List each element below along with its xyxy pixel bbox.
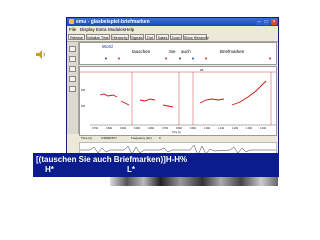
pitch-plot: 94 150 100 0.702 0.802 0.902 0.902 0.902… — [80, 68, 276, 134]
app-icon — [69, 19, 74, 24]
x-tick-label: 0.902 — [120, 127, 127, 130]
intonation-transcription-banner: [(tauschen Sie auch Briefmarken)]H-H% H*… — [33, 153, 279, 177]
word-tier-label: Word — [102, 44, 113, 49]
pitch-contour-sie — [139, 98, 156, 102]
menu-extra[interactable]: Extra — [96, 26, 107, 33]
show-hierarchy-button[interactable]: Show Hierarchy — [183, 34, 209, 40]
x-tick-label: 0.902 — [148, 127, 155, 130]
menu-bar: File Display Extra Modules Help — [67, 26, 278, 33]
toolbar: Release Initialize Time Hierarchy Signal… — [67, 33, 278, 42]
pitch-contour-marken — [231, 80, 267, 106]
boundary-marker[interactable]: ▼ — [117, 57, 121, 61]
word-tauschen[interactable]: tauschen — [132, 49, 150, 54]
boundary-marker[interactable]: ▼ — [178, 57, 182, 61]
menu-display[interactable]: Display — [80, 26, 95, 33]
spectrogram-strip — [110, 177, 278, 186]
side-control-panel — [67, 42, 79, 134]
x-tick-label: 0.902 — [134, 127, 141, 130]
side-button-4[interactable] — [69, 76, 76, 82]
annotation-tier[interactable]: Word tauschen Sie auch Briefmarken ▼ ▼ ▼… — [79, 42, 277, 65]
time-label: Time (s) — [81, 136, 92, 140]
boundary-marker[interactable]: ▼ — [104, 57, 108, 61]
zoom-button[interactable]: Zoom — [170, 34, 182, 40]
title-bar: emu - glasbeispiel-briefmarken – □ × — [67, 18, 278, 26]
pitch-contour-brief — [199, 98, 225, 104]
time-value: 0.58262677 — [101, 136, 117, 140]
frequency-label: Frequency (Hz) — [131, 136, 152, 140]
word-auch[interactable]: auch — [181, 49, 191, 54]
x-tick-label: 0.702 — [162, 127, 169, 130]
x-tick-label: 0.802 — [106, 127, 113, 130]
x-axis-label: Time (s) — [172, 131, 181, 134]
menu-help[interactable]: Help — [125, 26, 134, 33]
close-button[interactable]: × — [271, 19, 277, 25]
maximize-button[interactable]: □ — [263, 19, 269, 25]
boundary-marker[interactable]: ▼ — [191, 57, 195, 61]
transcription-line: [(tauschen Sie auch Briefmarken)]H-H% — [36, 155, 188, 164]
x-tick-label: 0.902 — [190, 127, 197, 130]
x-tick-label: 1.202 — [232, 127, 239, 130]
pitch-top-label: 94 — [200, 68, 204, 72]
boundary-marker[interactable]: ▼ — [268, 57, 272, 61]
x-tick-label: 0.702 — [92, 127, 99, 130]
side-button-3[interactable] — [69, 66, 76, 72]
boundary-marker[interactable]: ▼ — [204, 57, 208, 61]
pitch-accent-l-star: L* — [127, 165, 135, 174]
x-tick-label: 0.802 — [176, 127, 183, 130]
x-tick-label: 1.402 — [260, 127, 267, 130]
menu-file[interactable]: File — [69, 26, 76, 33]
pitch-accent-h-star: H* — [45, 165, 54, 174]
initialize-time-button[interactable]: Initialize Time — [86, 34, 110, 40]
signals-button[interactable]: Signals — [130, 34, 144, 40]
frequency-value: 0 — [159, 136, 161, 140]
minimize-button[interactable]: – — [256, 19, 262, 25]
boundary-marker[interactable]: ▼ — [164, 57, 168, 61]
x-tick-label: 1.102 — [218, 127, 225, 130]
side-button-2[interactable] — [69, 56, 76, 62]
menu-modules[interactable]: Modules — [108, 26, 125, 33]
hierarchy-button[interactable]: Hierarchy — [111, 34, 129, 40]
word-sie[interactable]: Sie — [169, 49, 176, 54]
pitch-panel[interactable]: 94 150 100 0.702 0.802 0.902 0.902 0.902… — [79, 66, 277, 136]
x-tick-label: 1.002 — [204, 127, 211, 130]
pitch-contour-tauschen-1 — [99, 93, 118, 98]
release-button[interactable]: Release — [68, 34, 85, 40]
word-briefmarken[interactable]: Briefmarken — [220, 49, 244, 54]
side-button-5[interactable] — [69, 86, 76, 92]
y-tick-label: 100 — [81, 105, 86, 108]
speaker-icon[interactable] — [36, 50, 46, 59]
pitch-contour-tauschen-2 — [120, 100, 130, 106]
dat-button[interactable]: Dat — [145, 34, 155, 40]
status-row: Time (s) 0.58262677 Frequency (Hz) 0 — [79, 136, 277, 141]
x-tick-label: 1.302 — [246, 127, 253, 130]
y-tick-label: 150 — [81, 89, 86, 92]
window-title: emu - glasbeispiel-briefmarken — [76, 19, 150, 25]
pitch-contour-auch — [162, 104, 174, 108]
side-button-1[interactable] — [69, 46, 76, 52]
sakes-button[interactable]: Sakes — [156, 34, 169, 40]
